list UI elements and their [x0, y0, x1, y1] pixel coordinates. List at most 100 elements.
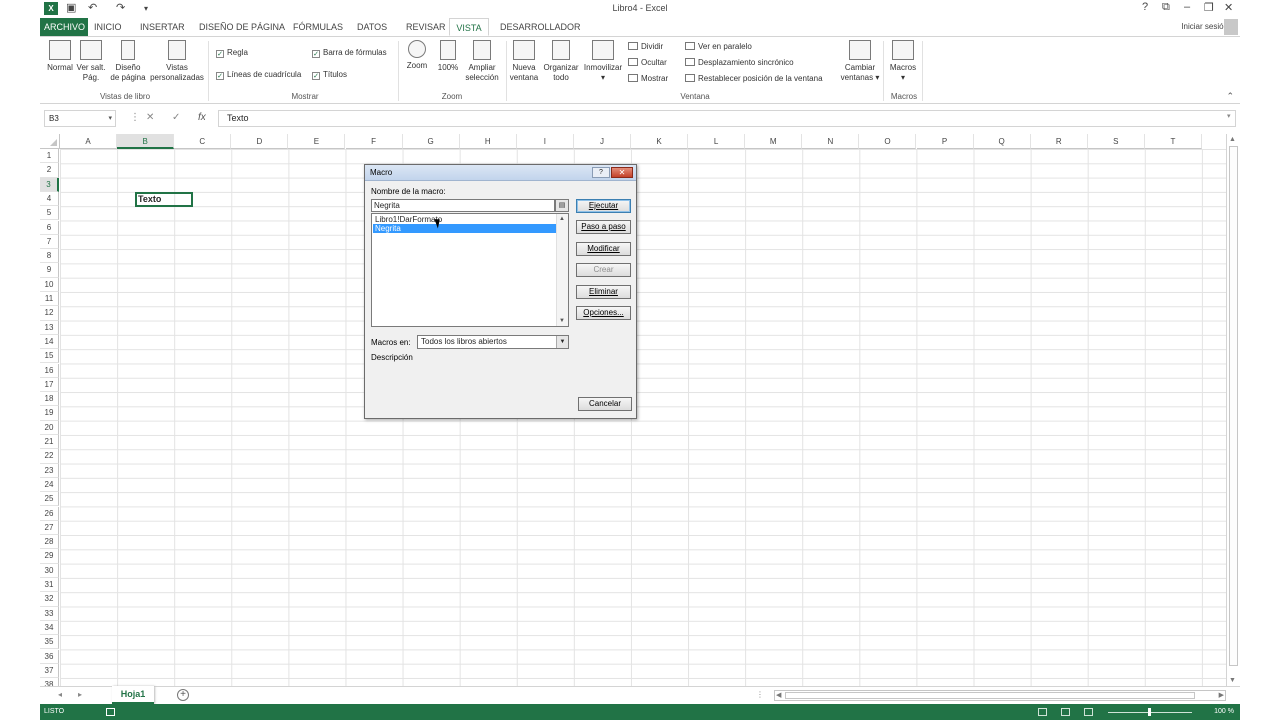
row-header[interactable]: 27	[40, 520, 59, 536]
column-header[interactable]: K	[631, 134, 689, 149]
column-header[interactable]: O	[859, 134, 917, 149]
row-header[interactable]: 10	[40, 277, 59, 292]
help-icon[interactable]: ?	[1142, 1, 1148, 13]
macro-name-input[interactable]: Negrita	[371, 199, 555, 212]
add-sheet-icon[interactable]: +	[177, 689, 189, 701]
column-header[interactable]: H	[459, 134, 517, 149]
arrange-all-button[interactable]: Organizar todo	[541, 40, 581, 83]
enter-icon[interactable]: ✓	[172, 112, 180, 123]
row-header[interactable]: 16	[40, 363, 59, 378]
tab-vista[interactable]: VISTA	[449, 18, 489, 36]
step-into-button[interactable]: Paso a paso	[576, 220, 631, 234]
options-button[interactable]: Opciones...	[576, 306, 631, 320]
page-layout-icon[interactable]	[1061, 708, 1070, 716]
column-header[interactable]: R	[1030, 134, 1088, 149]
prev-sheet-icon[interactable]: ◂	[58, 690, 62, 699]
row-header[interactable]: 3	[40, 177, 59, 192]
switch-windows-button[interactable]: Cambiar ventanas ▾	[838, 40, 882, 83]
zoom-button[interactable]: Zoom	[402, 40, 432, 71]
row-header[interactable]: 15	[40, 349, 59, 364]
row-header[interactable]: 13	[40, 320, 59, 335]
scroll-down-icon[interactable]: ▼	[559, 318, 565, 324]
row-header[interactable]: 14	[40, 334, 59, 350]
custom-views-button[interactable]: Vistas personalizadas	[148, 40, 206, 83]
formulabar-checkbox[interactable]: ✓ Barra de fórmulas	[312, 47, 387, 59]
column-header[interactable]: C	[174, 134, 232, 149]
function-icon[interactable]: fx	[198, 112, 206, 123]
horizontal-scrollbar[interactable]: ◀ ▶	[774, 690, 1226, 701]
headings-checkbox[interactable]: ✓ Títulos	[312, 69, 347, 81]
avatar[interactable]	[1224, 19, 1238, 35]
scroll-down-icon[interactable]: ▼	[1229, 677, 1236, 684]
row-header[interactable]: 23	[40, 463, 59, 478]
column-header[interactable]: B	[117, 134, 175, 149]
vertical-scroll-thumb[interactable]	[1229, 146, 1238, 666]
minimize-icon[interactable]: –	[1184, 1, 1190, 13]
select-all-corner[interactable]	[40, 134, 60, 149]
row-header[interactable]: 29	[40, 549, 59, 564]
column-header[interactable]: P	[916, 134, 974, 149]
side-by-side-button[interactable]: Ver en paralelo	[685, 41, 752, 53]
chevron-down-icon[interactable]: ▾	[108, 111, 112, 126]
column-header[interactable]: A	[60, 134, 118, 149]
page-layout-button[interactable]: Diseño de página	[108, 40, 148, 83]
row-header[interactable]: 28	[40, 535, 59, 550]
row-header[interactable]: 8	[40, 249, 59, 264]
row-header[interactable]: 30	[40, 563, 59, 578]
macros-button[interactable]: Macros ▾	[886, 40, 920, 83]
gridlines-checkbox[interactable]: ✓ Líneas de cuadrícula	[216, 69, 301, 81]
signin-link[interactable]: Iniciar sesión	[1181, 22, 1228, 31]
ruler-checkbox[interactable]: ✓ Regla	[216, 47, 248, 59]
close-icon[interactable]: ✕	[1224, 1, 1233, 14]
row-header[interactable]: 9	[40, 263, 59, 278]
list-item[interactable]: Negrita	[373, 224, 556, 233]
horizontal-scroll-thumb[interactable]	[785, 692, 1195, 699]
chevron-down-icon[interactable]: ▼	[556, 336, 568, 348]
freeze-panes-button[interactable]: Inmovilizar ▾	[581, 40, 625, 83]
zoom-selection-button[interactable]: Ampliar selección	[462, 40, 502, 83]
page-break-icon[interactable]	[1084, 708, 1093, 716]
row-header[interactable]: 35	[40, 635, 59, 650]
normal-view-icon[interactable]	[1038, 708, 1047, 716]
split-button[interactable]: Dividir	[628, 41, 663, 53]
sheet-tab-hoja1[interactable]: Hoja1	[112, 686, 154, 704]
close-icon[interactable]: ✕	[611, 167, 633, 178]
tab-insertar[interactable]: INSERTAR	[136, 18, 189, 36]
tab-formulas[interactable]: FÓRMULAS	[289, 18, 347, 36]
row-header[interactable]: 17	[40, 377, 59, 393]
row-header[interactable]: 32	[40, 592, 59, 607]
row-header[interactable]: 25	[40, 492, 59, 507]
ribbon-display-icon[interactable]: ⧉	[1162, 1, 1170, 14]
column-header[interactable]: G	[402, 134, 460, 149]
tab-diseno-pagina[interactable]: DISEÑO DE PÁGINA	[195, 18, 289, 36]
row-header[interactable]: 24	[40, 477, 59, 493]
edit-button[interactable]: Modificar	[576, 242, 631, 256]
row-header[interactable]: 6	[40, 220, 59, 235]
row-header[interactable]: 34	[40, 620, 59, 636]
row-header[interactable]: 31	[40, 578, 59, 593]
list-item[interactable]: Libro1!DarFormato	[373, 215, 556, 224]
column-header[interactable]: S	[1087, 134, 1145, 149]
collapse-ribbon-icon[interactable]: ⌃	[1226, 91, 1234, 102]
column-header[interactable]: L	[688, 134, 746, 149]
row-header[interactable]: 33	[40, 606, 59, 621]
row-header[interactable]: 37	[40, 663, 59, 679]
active-cell-b3[interactable]: Texto	[135, 192, 193, 207]
delete-button[interactable]: Eliminar	[576, 285, 631, 299]
column-header[interactable]: T	[1144, 134, 1202, 149]
row-header[interactable]: 22	[40, 449, 59, 464]
scroll-left-icon[interactable]: ◀	[776, 691, 781, 699]
row-header[interactable]: 20	[40, 420, 59, 435]
list-scrollbar[interactable]: ▲ ▼	[556, 214, 568, 326]
row-header[interactable]: 26	[40, 506, 59, 521]
create-button[interactable]: Crear	[576, 263, 631, 277]
macros-in-select[interactable]: Todos los libros abiertos ▼	[417, 335, 569, 349]
row-header[interactable]: 1	[40, 149, 59, 164]
reset-position-button[interactable]: Restablecer posición de la ventana	[685, 73, 823, 85]
row-header[interactable]: 5	[40, 206, 59, 221]
row-header[interactable]: 4	[40, 191, 59, 207]
row-header[interactable]: 12	[40, 306, 59, 321]
column-header[interactable]: I	[516, 134, 574, 149]
zoom-slider-thumb[interactable]	[1148, 708, 1151, 716]
column-header[interactable]: N	[802, 134, 860, 149]
